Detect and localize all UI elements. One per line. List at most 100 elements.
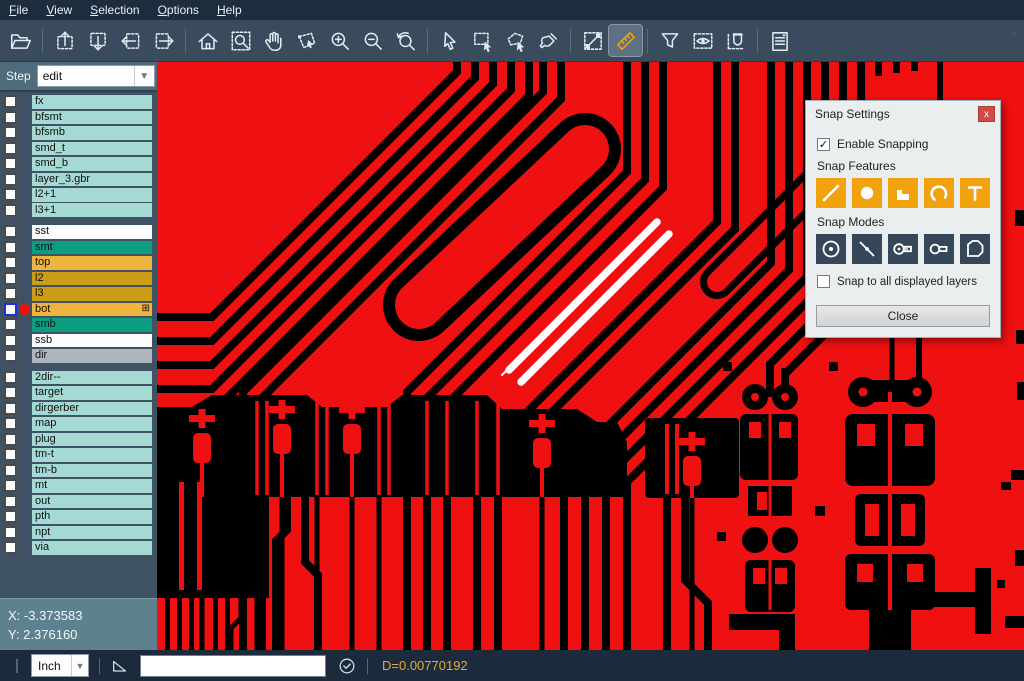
layer-row-via[interactable]: via [0, 541, 157, 555]
layer-label[interactable]: ssb [32, 334, 152, 348]
zoom-in-tool-icon[interactable] [323, 25, 356, 56]
layer-checkbox-l2+1[interactable] [4, 188, 17, 201]
open-tool-icon[interactable] [4, 25, 37, 56]
layer-checkbox-target[interactable] [4, 386, 17, 399]
layer-label[interactable]: bot⊞ [32, 303, 152, 317]
enable-snapping-row[interactable]: ✓ Enable Snapping [817, 137, 990, 151]
layer-row-top[interactable]: top [0, 256, 157, 270]
layer-row-target[interactable]: target [0, 386, 157, 400]
layer-checkbox-smt[interactable] [4, 241, 17, 254]
layer-row-npt[interactable]: npt [0, 525, 157, 539]
zoom-prev-tool-icon[interactable] [389, 25, 422, 56]
layer-label[interactable]: l2+1 [32, 188, 152, 202]
snap-feature-text-icon[interactable] [960, 178, 990, 208]
layer-checkbox-npt[interactable] [4, 526, 17, 539]
layer-label[interactable]: smd_t [32, 142, 152, 156]
layer-checkbox-l3[interactable] [4, 287, 17, 300]
layer-checkbox-plug[interactable] [4, 433, 17, 446]
layer-checkbox-smb[interactable] [4, 318, 17, 331]
layer-row-tm-b[interactable]: tm-b [0, 464, 157, 478]
angle-icon[interactable] [110, 656, 130, 676]
layer-label[interactable]: bfsmt [32, 111, 152, 125]
layer-checkbox-bfsmt[interactable] [4, 111, 17, 124]
zoom-window-tool-icon[interactable] [290, 25, 323, 56]
grid-icon[interactable]: ⊞ [142, 304, 150, 314]
layer-row-l3+1[interactable]: l3+1 [0, 203, 157, 217]
layer-row-ssb[interactable]: ssb [0, 333, 157, 347]
layer-label[interactable]: 2dir-- [32, 371, 152, 385]
enable-snapping-checkbox[interactable]: ✓ [817, 138, 830, 151]
pan-left-tool-icon[interactable] [114, 25, 147, 56]
layer-row-l2+1[interactable]: l2+1 [0, 188, 157, 202]
layer-row-pth[interactable]: pth [0, 510, 157, 524]
select-rect-tool-icon[interactable] [466, 25, 499, 56]
layer-checkbox-mt[interactable] [4, 479, 17, 492]
units-select[interactable]: Inch ▼ [31, 654, 89, 677]
layer-row-map[interactable]: map [0, 417, 157, 431]
toolbar-overflow-chevron[interactable]: › [1012, 28, 1016, 40]
layer-label[interactable]: sst [32, 225, 152, 239]
layer-row-smd_b[interactable]: smd_b [0, 157, 157, 171]
pan-hand-tool-icon[interactable] [257, 25, 290, 56]
filter-tool-icon[interactable] [653, 25, 686, 56]
layer-row-sst[interactable]: sst [0, 225, 157, 239]
layer-label[interactable]: mt [32, 479, 152, 493]
menu-item-options[interactable]: Options [149, 1, 208, 19]
layer-row-out[interactable]: out [0, 495, 157, 509]
visibility-tool-icon[interactable] [686, 25, 719, 56]
snap-feature-arc-icon[interactable] [924, 178, 954, 208]
layer-row-2dir--[interactable]: 2dir-- [0, 371, 157, 385]
layer-label[interactable]: fx [32, 95, 152, 109]
layer-row-smb[interactable]: smb [0, 318, 157, 332]
measure-tool-icon[interactable] [576, 25, 609, 56]
menu-item-file[interactable]: File [0, 1, 37, 19]
layer-checkbox-tm-b[interactable] [4, 464, 17, 477]
snap-mode-center-icon[interactable] [816, 234, 846, 264]
layer-row-bfsmt[interactable]: bfsmt [0, 110, 157, 124]
layer-checkbox-layer_3.gbr[interactable] [4, 173, 17, 186]
layer-label[interactable]: l3 [32, 287, 152, 301]
command-input[interactable] [140, 655, 326, 677]
report-tool-icon[interactable] [763, 25, 796, 56]
layer-row-bfsmb[interactable]: bfsmb [0, 126, 157, 140]
snap-feature-surface-icon[interactable] [888, 178, 918, 208]
layer-label[interactable]: map [32, 417, 152, 431]
layer-label[interactable]: target [32, 386, 152, 400]
layer-label[interactable]: dirgerber [32, 402, 152, 416]
ruler-tool-icon[interactable] [609, 25, 642, 56]
layer-row-smt[interactable]: smt [0, 241, 157, 255]
layer-checkbox-smd_b[interactable] [4, 157, 17, 170]
menu-item-help[interactable]: Help [208, 1, 251, 19]
layer-checkbox-dir[interactable] [4, 349, 17, 362]
layer-label[interactable]: plug [32, 433, 152, 447]
layer-checkbox-out[interactable] [4, 495, 17, 508]
layer-label[interactable]: tm-t [32, 448, 152, 462]
snap-all-layers-row[interactable]: Snap to all displayed layers [817, 275, 990, 288]
layer-checkbox-l2[interactable] [4, 272, 17, 285]
close-button[interactable]: Close [816, 305, 990, 327]
clean-tool-icon[interactable] [532, 25, 565, 56]
pan-down-tool-icon[interactable] [81, 25, 114, 56]
layer-label[interactable]: layer_3.gbr [32, 173, 152, 187]
layer-label[interactable]: tm-b [32, 464, 152, 478]
layer-label[interactable]: l3+1 [32, 203, 152, 217]
layer-checkbox-tm-t[interactable] [4, 448, 17, 461]
layer-row-dirgerber[interactable]: dirgerber [0, 402, 157, 416]
layer-label[interactable]: dir [32, 349, 152, 363]
pcb-canvas[interactable]: Snap Settings x ✓ Enable Snapping Snap F… [157, 62, 1024, 650]
zoom-out-tool-icon[interactable] [356, 25, 389, 56]
close-icon[interactable]: x [978, 106, 995, 122]
select-poly-tool-icon[interactable] [499, 25, 532, 56]
layer-label[interactable]: l2 [32, 272, 152, 286]
layer-checkbox-pth[interactable] [4, 510, 17, 523]
layer-checkbox-2dir--[interactable] [4, 371, 17, 384]
layer-label[interactable]: npt [32, 526, 152, 540]
chevron-down-icon[interactable]: ▼ [71, 655, 88, 676]
layer-label[interactable]: smt [32, 241, 152, 255]
layer-checkbox-fx[interactable] [4, 95, 17, 108]
layer-label[interactable]: smb [32, 318, 152, 332]
select-tool-icon[interactable] [433, 25, 466, 56]
snap-mode-nearest-icon[interactable] [852, 234, 882, 264]
layer-label[interactable]: pth [32, 510, 152, 524]
layer-label[interactable]: top [32, 256, 152, 270]
